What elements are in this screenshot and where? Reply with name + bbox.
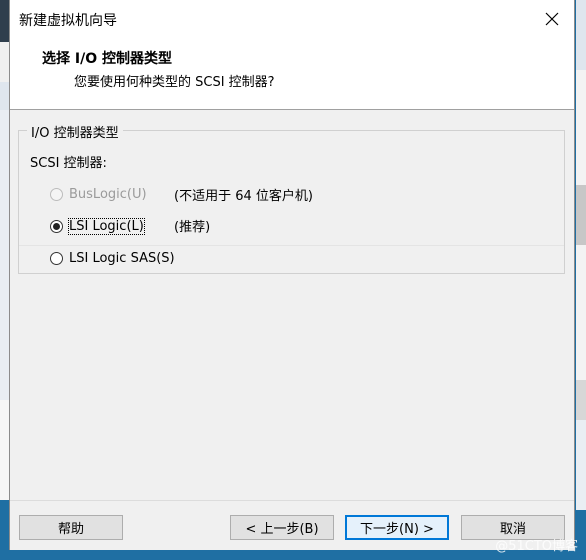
wizard-header: 选择 I/O 控制器类型 您要使用何种类型的 SCSI 控制器? bbox=[10, 38, 574, 110]
radio-lsi-logic[interactable]: LSI Logic(L) bbox=[50, 216, 145, 236]
radio-lsi-logic-label: LSI Logic(L) bbox=[68, 217, 145, 235]
watermark: @51CTO博客 bbox=[495, 539, 578, 554]
close-icon bbox=[545, 12, 559, 26]
footer-divider bbox=[10, 500, 574, 501]
radio-lsi-logic-sas-label: LSI Logic SAS(S) bbox=[69, 250, 175, 266]
next-button[interactable]: 下一步(N) > bbox=[345, 515, 449, 540]
back-button[interactable]: < 上一步(B) bbox=[230, 515, 334, 540]
groupbox-legend: I/O 控制器类型 bbox=[27, 122, 123, 141]
radio-button-icon[interactable] bbox=[50, 219, 63, 233]
groupbox-divider bbox=[19, 245, 564, 246]
title-bar: 新建虚拟机向导 bbox=[10, 0, 574, 38]
close-button[interactable] bbox=[538, 6, 566, 32]
radio-button-icon[interactable] bbox=[50, 251, 63, 265]
background-app-right bbox=[576, 0, 586, 560]
new-vm-wizard-dialog: 新建虚拟机向导 选择 I/O 控制器类型 您要使用何种类型的 SCSI 控制器?… bbox=[9, 0, 575, 550]
page-title: 选择 I/O 控制器类型 bbox=[42, 51, 172, 67]
radio-lsi-logic-note: (推荐) bbox=[174, 220, 211, 235]
page-subtitle: 您要使用何种类型的 SCSI 控制器? bbox=[74, 75, 275, 90]
radio-lsi-logic-sas[interactable]: LSI Logic SAS(S) bbox=[50, 248, 175, 268]
radio-buslogic-label: BusLogic(U) bbox=[69, 186, 147, 202]
radio-button-icon[interactable] bbox=[50, 187, 63, 201]
help-button[interactable]: 帮助 bbox=[19, 515, 123, 540]
window-title: 新建虚拟机向导 bbox=[19, 13, 117, 29]
radio-buslogic-note: (不适用于 64 位客户机) bbox=[174, 189, 313, 204]
scsi-controller-label: SCSI 控制器: bbox=[30, 156, 107, 171]
radio-buslogic[interactable]: BusLogic(U) bbox=[50, 184, 147, 204]
